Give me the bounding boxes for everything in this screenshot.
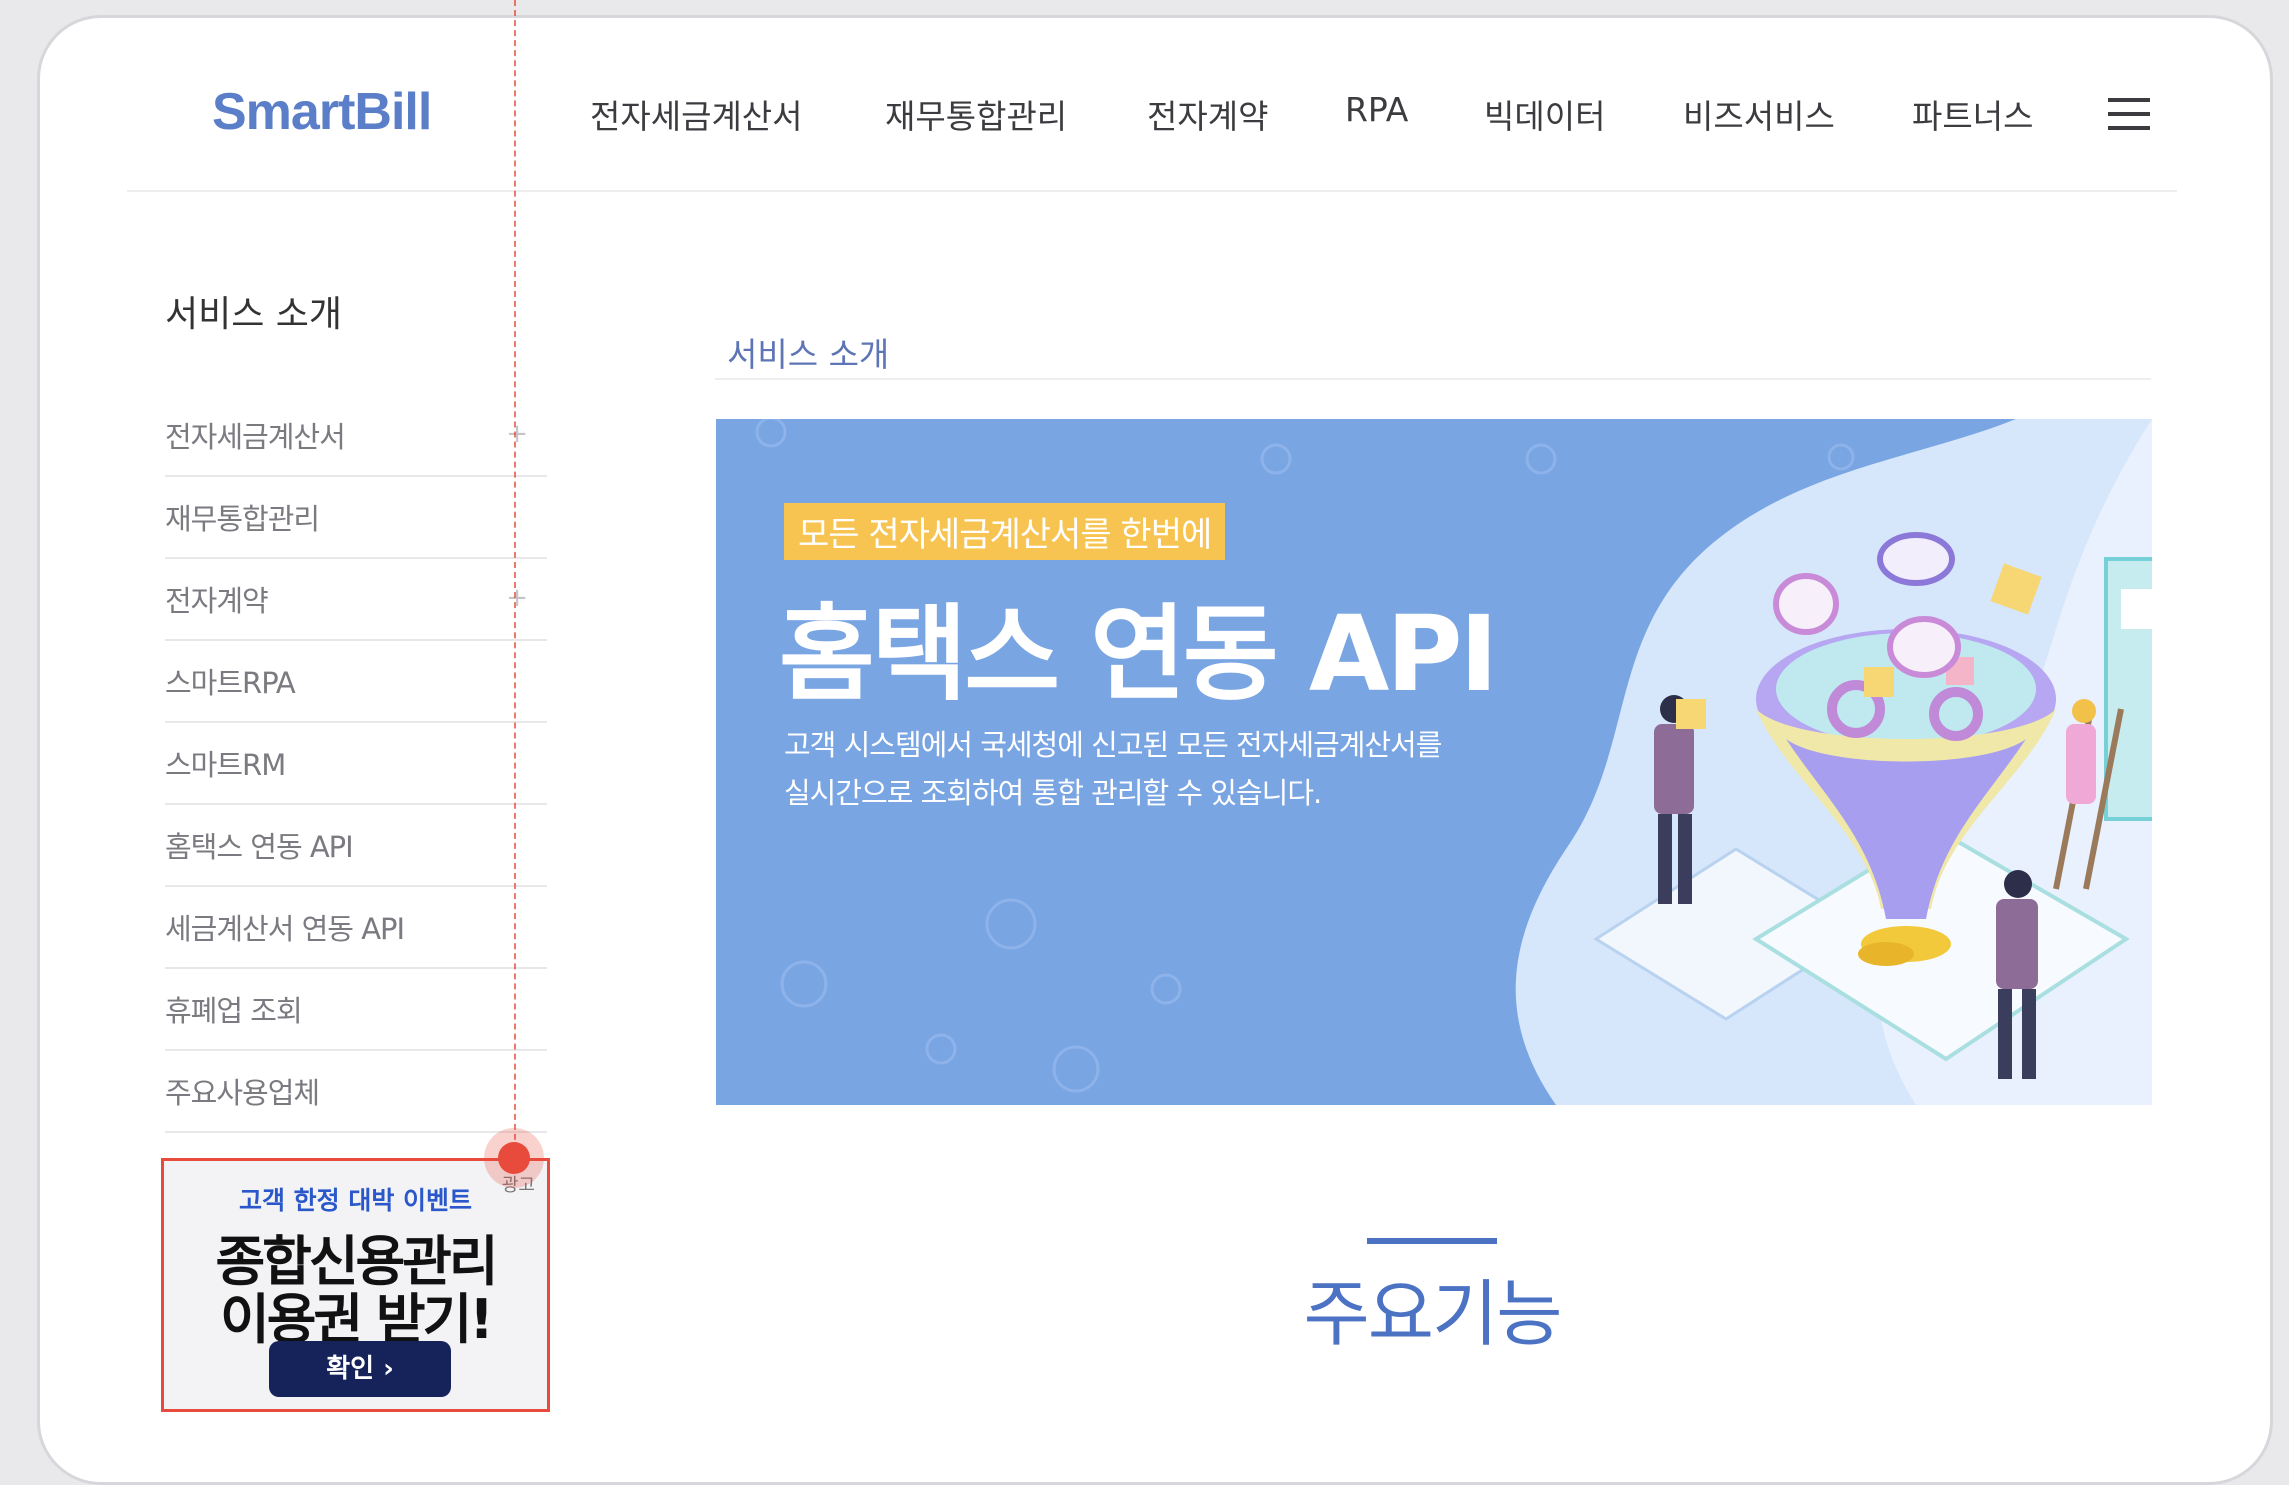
sidebar-item-label: 주요사용업체 bbox=[165, 1076, 320, 1110]
ad-tagline: 고객 한정 대박 이벤트 bbox=[238, 1186, 473, 1215]
sidebar-item-label: 휴폐업 조회 bbox=[165, 994, 303, 1028]
header-divider bbox=[127, 190, 2177, 192]
sidebar-item-smart-rpa[interactable]: 스마트RPA bbox=[165, 641, 547, 723]
sidebar-item-finance[interactable]: 재무통합관리 bbox=[165, 477, 547, 559]
features-title: 주요기능 bbox=[1303, 1272, 1563, 1356]
sidebar-item-label: 홈택스 연동 API bbox=[165, 830, 354, 864]
logo[interactable]: SmartBill bbox=[212, 82, 432, 142]
main-nav: 전자세금계산서 재무통합관리 전자계약 RPA 빅데이터 비즈서비스 파트너스 bbox=[590, 90, 2249, 140]
hero-description: 고객 시스템에서 국세청에 신고된 모든 전자세금계산서를 실시간으로 조회하여… bbox=[784, 721, 1544, 817]
breadcrumb-divider bbox=[715, 378, 2151, 380]
sidebar-title: 서비스 소개 bbox=[165, 294, 343, 335]
funnel-illustration bbox=[1593, 532, 2152, 1079]
cursor-marker bbox=[498, 1142, 530, 1174]
breadcrumb: 서비스 소개 bbox=[727, 335, 890, 374]
sidebar-item-label: 전자세금계산서 bbox=[165, 420, 346, 454]
ad-badge: 광고 bbox=[501, 1175, 535, 1196]
sidebar-item-closure-lookup[interactable]: 휴폐업 조회 bbox=[165, 969, 547, 1051]
hero-tagline: 모든 전자세금계산서를 한번에 bbox=[784, 503, 1226, 560]
hero-headline: 홈택스 연동 API bbox=[779, 593, 1498, 715]
sidebar-item-label: 재무통합관리 bbox=[165, 502, 320, 536]
hero-description-line-2: 실시간으로 조회하여 통합 관리할 수 있습니다. bbox=[784, 776, 1322, 810]
ad-confirm-button[interactable]: 확인 › bbox=[269, 1341, 451, 1397]
sidebar-item-smart-rm[interactable]: 스마트RM bbox=[165, 723, 547, 805]
nav-item-biz-service[interactable]: 비즈서비스 bbox=[1683, 90, 1835, 138]
nav-item-tax-invoice[interactable]: 전자세금계산서 bbox=[590, 90, 803, 138]
sidebar-item-label: 세금계산서 연동 API bbox=[165, 912, 405, 946]
nav-item-rpa[interactable]: RPA bbox=[1345, 90, 1408, 129]
sidebar-item-label: 스마트RPA bbox=[165, 666, 296, 700]
nav-item-finance[interactable]: 재무통합관리 bbox=[885, 90, 1067, 138]
sidebar-item-tax-invoice[interactable]: 전자세금계산서 + bbox=[165, 395, 547, 477]
nav-item-partners[interactable]: 파트너스 bbox=[1912, 90, 2033, 138]
plus-icon[interactable]: + bbox=[506, 419, 528, 449]
ad-banner[interactable]: 고객 한정 대박 이벤트 광고 종합신용관리 이용권 받기! 확인 › bbox=[161, 1158, 550, 1412]
sidebar-item-hometax-api[interactable]: 홈택스 연동 API bbox=[165, 805, 547, 887]
menu-icon[interactable] bbox=[2108, 98, 2150, 130]
hero-banner: 모든 전자세금계산서를 한번에 홈택스 연동 API 고객 시스템에서 국세청에… bbox=[716, 419, 2152, 1105]
guide-line bbox=[514, 0, 516, 1160]
nav-item-bigdata[interactable]: 빅데이터 bbox=[1484, 90, 1605, 138]
sidebar-menu: 전자세금계산서 + 재무통합관리 전자계약 + 스마트RPA 스마트RM 홈택스 연… bbox=[165, 395, 547, 1133]
sidebar-item-label: 전자계약 bbox=[165, 584, 269, 618]
features-title-accent bbox=[1367, 1238, 1497, 1244]
sidebar-item-e-contract[interactable]: 전자계약 + bbox=[165, 559, 547, 641]
sidebar-item-label: 스마트RM bbox=[165, 748, 286, 782]
sidebar-item-customers[interactable]: 주요사용업체 bbox=[165, 1051, 547, 1133]
hero-description-line-1: 고객 시스템에서 국세청에 신고된 모든 전자세금계산서를 bbox=[784, 728, 1442, 762]
plus-icon[interactable]: + bbox=[506, 583, 528, 613]
sidebar-item-invoice-api[interactable]: 세금계산서 연동 API bbox=[165, 887, 547, 969]
nav-item-e-contract[interactable]: 전자계약 bbox=[1147, 90, 1268, 138]
